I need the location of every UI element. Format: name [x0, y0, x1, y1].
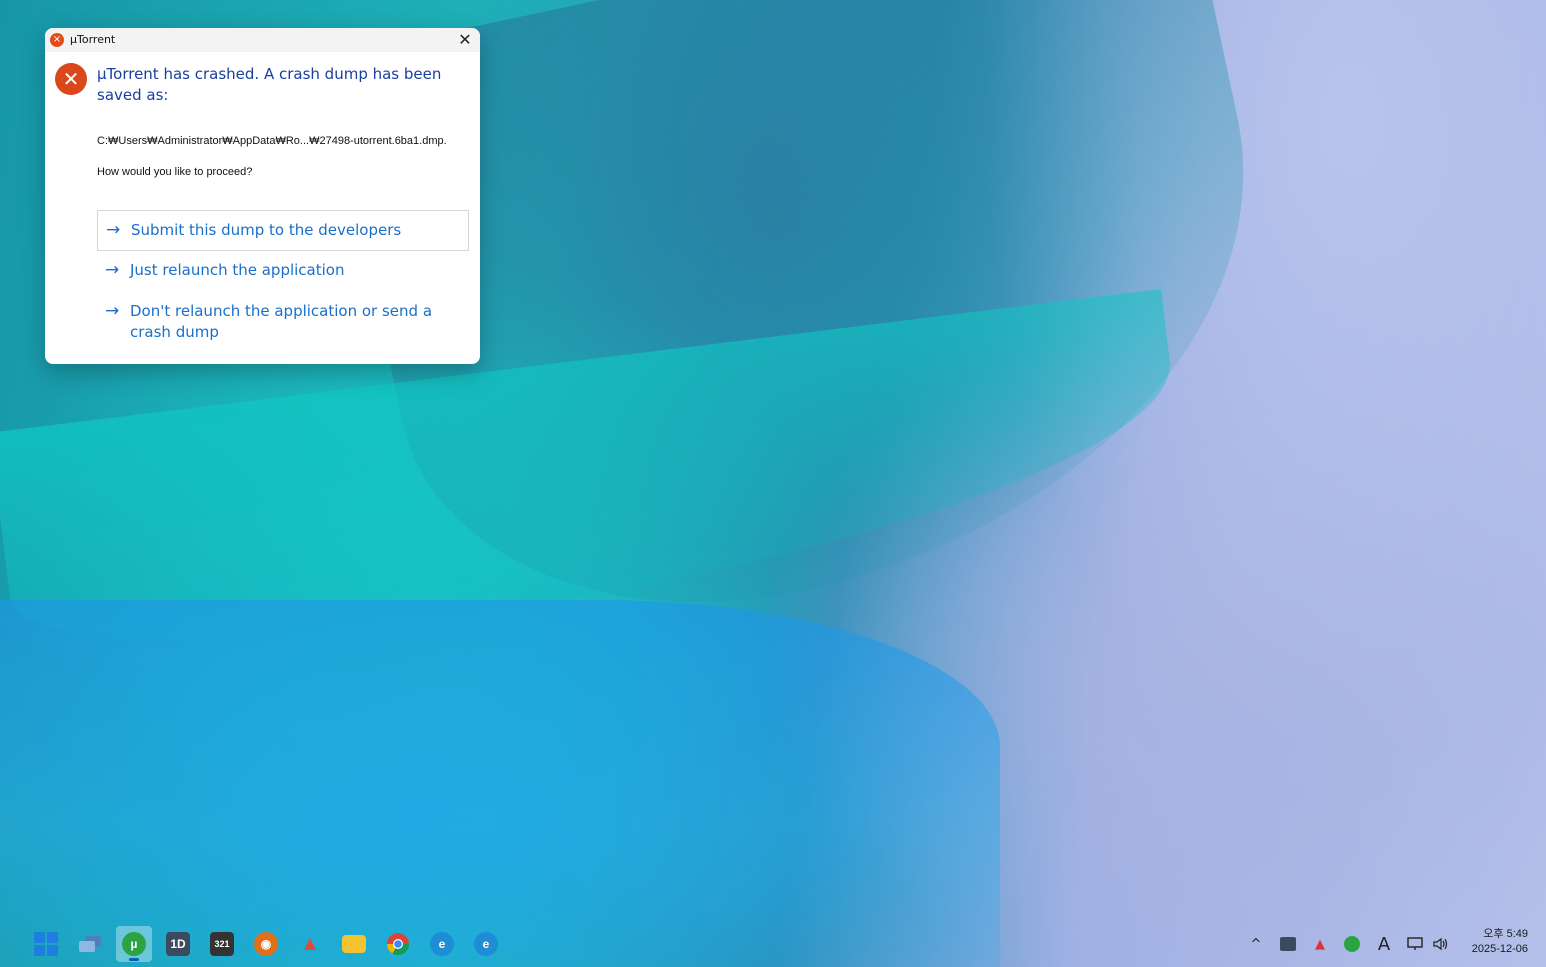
start-button[interactable] [28, 926, 64, 962]
chrome-icon [387, 933, 409, 955]
taskbar-eye-app[interactable]: ◉ [248, 926, 284, 962]
clapper-icon: 321 [210, 932, 234, 956]
dont-relaunch-button[interactable]: → Don't relaunch the application or send… [97, 292, 469, 354]
tray-overflow-chevron-icon[interactable]: ^ [1246, 934, 1266, 954]
folder-icon [342, 935, 366, 953]
windows-logo-icon [34, 932, 58, 956]
error-icon: ✕ [55, 63, 87, 95]
ime-indicator[interactable]: A [1374, 934, 1394, 955]
dialog-titlebar: × µTorrent ✕ [45, 28, 480, 52]
utorrent-icon: µ [122, 932, 146, 956]
taskbar-app-1d[interactable]: 1D [160, 926, 196, 962]
task-view-icon [79, 936, 101, 952]
taskbar-clapper[interactable]: 321 [204, 926, 240, 962]
app-1d-icon: 1D [166, 932, 190, 956]
taskbar-utorrent[interactable]: µ [116, 926, 152, 962]
taskbar-chrome[interactable] [380, 926, 416, 962]
tray-app-1d-icon[interactable] [1278, 934, 1298, 954]
window-title: µTorrent [70, 33, 116, 46]
taskbar-edge-canary-2[interactable]: e [468, 926, 504, 962]
crash-dialog: × µTorrent ✕ ✕ µTorrent has crashed. A c… [45, 28, 480, 364]
submit-dump-button[interactable]: → Submit this dump to the developers [97, 210, 469, 251]
clock[interactable]: 오후 5:49 2025-12-06 [1458, 927, 1528, 957]
taskbar-edge-canary[interactable]: e [424, 926, 460, 962]
network-icon[interactable] [1404, 934, 1426, 954]
red-app-icon: ▲ [300, 932, 320, 955]
tray-red-app-icon[interactable]: ▲ [1310, 934, 1330, 954]
clock-date: 2025-12-06 [1471, 943, 1528, 955]
volume-icon[interactable] [1430, 934, 1452, 954]
edge-canary-icon: e [430, 932, 454, 956]
command-label: Submit this dump to the developers [131, 221, 402, 239]
arrow-right-icon: → [105, 301, 120, 321]
tray-utorrent-icon[interactable] [1342, 934, 1362, 954]
clock-time: 오후 5:49 [1483, 928, 1528, 940]
arrow-right-icon: → [105, 260, 120, 280]
task-view-button[interactable] [72, 926, 108, 962]
eye-icon: ◉ [254, 932, 278, 956]
close-button[interactable]: ✕ [456, 30, 474, 50]
taskbar-file-explorer[interactable] [336, 926, 372, 962]
command-label: Just relaunch the application [130, 261, 345, 279]
wallpaper-fold-blue [0, 600, 1000, 967]
taskbar-red-app[interactable]: ▲ [292, 926, 328, 962]
dump-path: C:₩Users₩Administrator₩AppData₩Ro...₩274… [97, 135, 447, 147]
utorrent-error-icon: × [50, 33, 64, 47]
edge-canary-icon-2: e [474, 932, 498, 956]
proceed-question: How would you like to proceed? [97, 166, 253, 178]
crash-heading: µTorrent has crashed. A crash dump has b… [97, 65, 442, 104]
relaunch-button[interactable]: → Just relaunch the application [97, 251, 469, 292]
command-label: Don't relaunch the application or send a… [130, 302, 433, 341]
arrow-right-icon: → [106, 220, 121, 240]
